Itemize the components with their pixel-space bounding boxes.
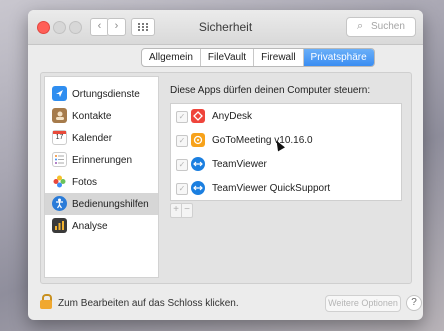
app-name: TeamViewer QuickSupport xyxy=(212,183,331,194)
app-checkbox[interactable]: ✓ xyxy=(176,135,188,147)
sidebar-item-bedienungshilfen[interactable]: Bedienungshilfen xyxy=(45,193,158,215)
sidebar-item-ortungsdienste[interactable]: Ortungsdienste xyxy=(45,83,158,105)
advanced-options-button[interactable]: Weitere Optionen ... xyxy=(325,295,401,320)
sidebar-item-label: Analyse xyxy=(72,221,108,232)
title-bar: ‹ › Sicherheit ⌕ Suchen xyxy=(28,10,423,45)
app-checkbox[interactable]: ✓ xyxy=(176,159,188,171)
add-app-button[interactable]: + xyxy=(171,204,182,217)
app-checkbox[interactable]: ✓ xyxy=(176,111,188,123)
footer-bar: Zum Bearbeiten auf das Schloss klicken. … xyxy=(28,288,423,320)
sidebar-item-label: Fotos xyxy=(72,177,98,188)
sidebar-item-label: Ortungsdienste xyxy=(72,89,140,100)
tab-firewall[interactable]: Firewall xyxy=(254,49,304,66)
list-item[interactable]: ✓ AnyDesk xyxy=(171,104,401,128)
help-button[interactable]: ? xyxy=(406,295,422,311)
app-name: TeamViewer xyxy=(212,159,267,170)
teamviewer-quicksupport-icon xyxy=(191,181,205,195)
sidebar-item-label: Erinnerungen xyxy=(72,155,133,166)
tab-filevault[interactable]: FileVault xyxy=(201,49,255,66)
remove-app-button[interactable]: − xyxy=(182,204,192,217)
lock-icon[interactable] xyxy=(40,294,52,309)
sidebar-item-label: Kalender xyxy=(72,133,113,144)
sidebar-item-kalender[interactable]: 17 Kalender xyxy=(45,127,158,149)
accessibility-icon xyxy=(52,196,67,211)
sidebar-item-analyse[interactable]: Analyse xyxy=(45,215,158,237)
sidebar-item-fotos[interactable]: Fotos xyxy=(45,171,158,193)
teamviewer-icon xyxy=(191,157,205,171)
calendar-day: 17 xyxy=(55,134,64,141)
list-item[interactable]: ✓ GoToMeeting v10.16.0 xyxy=(171,128,401,152)
app-name: AnyDesk xyxy=(212,111,253,122)
tab-privatsphaere[interactable]: Privatsphäre xyxy=(303,49,374,66)
allowed-apps-list: ✓ AnyDesk ✓ GoToMeeting v10.16.0 ✓ TeamV… xyxy=(170,103,402,201)
sidebar-item-label: Bedienungshilfen xyxy=(72,199,149,210)
analytics-chart-icon xyxy=(52,218,67,233)
gotomeeting-icon xyxy=(191,133,205,147)
apps-heading: Diese Apps dürfen deinen Computer steuer… xyxy=(170,85,371,96)
calendar-icon: 17 xyxy=(52,130,67,145)
app-checkbox[interactable]: ✓ xyxy=(176,183,188,195)
list-item[interactable]: ✓ TeamViewer xyxy=(171,152,401,176)
search-placeholder: Suchen xyxy=(371,21,405,32)
tab-allgemein[interactable]: Allgemein xyxy=(142,49,201,66)
search-icon: ⌕ xyxy=(357,20,364,32)
photos-flower-icon xyxy=(52,174,67,189)
search-field[interactable]: ⌕ Suchen xyxy=(346,17,416,37)
preferences-window: ‹ › Sicherheit ⌕ Suchen Allgemein FileVa… xyxy=(28,10,423,320)
sidebar-item-erinnerungen[interactable]: Erinnerungen xyxy=(45,149,158,171)
list-item[interactable]: ✓ TeamViewer QuickSupport xyxy=(171,176,401,200)
tab-bar: Allgemein FileVault Firewall Privatsphär… xyxy=(141,48,375,67)
reminders-list-icon xyxy=(52,152,67,167)
anydesk-icon xyxy=(191,109,205,123)
location-arrow-icon xyxy=(52,86,67,101)
add-remove-controls: + − xyxy=(170,203,193,218)
privacy-category-list: Ortungsdienste Kontakte 17 Kalender Erin… xyxy=(44,76,159,278)
lock-hint-text: Zum Bearbeiten auf das Schloss klicken. xyxy=(58,298,239,309)
sidebar-item-kontakte[interactable]: Kontakte xyxy=(45,105,158,127)
contacts-book-icon xyxy=(52,108,67,123)
app-name: GoToMeeting v10.16.0 xyxy=(212,135,313,146)
sidebar-item-label: Kontakte xyxy=(72,111,112,122)
